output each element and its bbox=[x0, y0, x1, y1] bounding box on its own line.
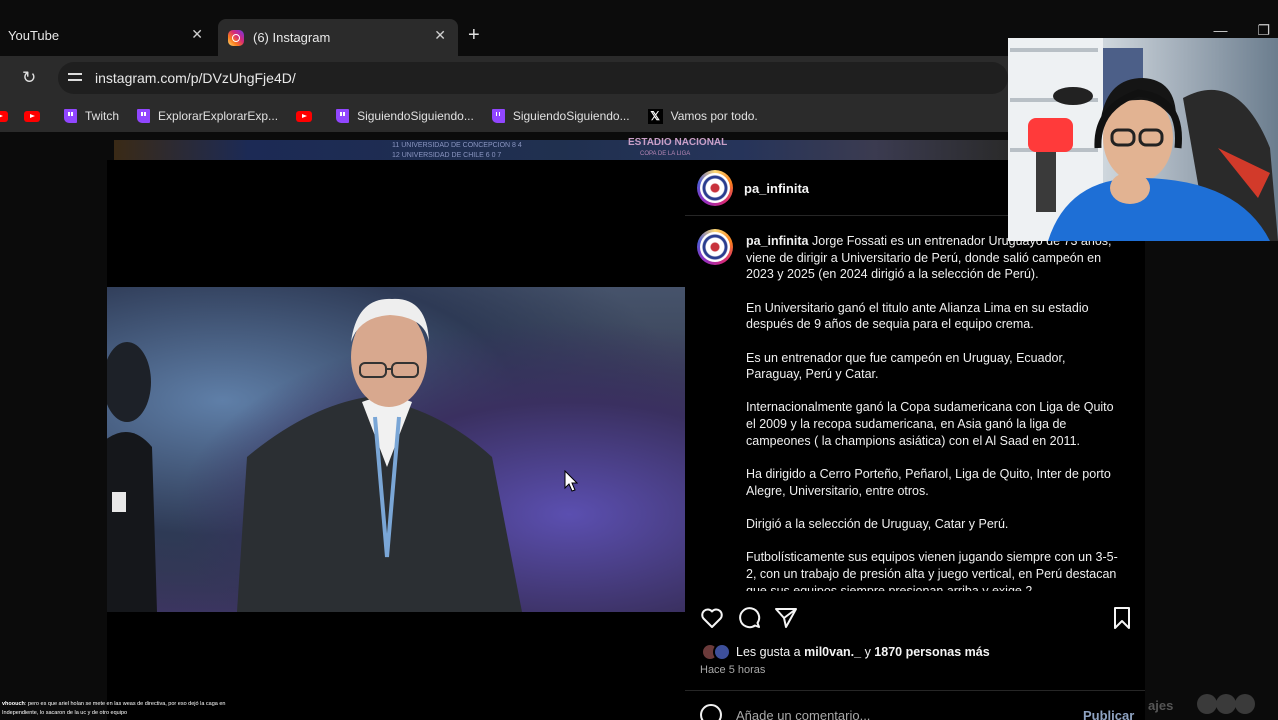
close-tab-icon[interactable]: ✕ bbox=[191, 26, 203, 43]
like-heart-icon[interactable] bbox=[700, 606, 724, 630]
site-info-icon[interactable] bbox=[68, 70, 82, 84]
mouse-cursor-icon bbox=[564, 470, 578, 492]
likes-middle: y bbox=[861, 645, 875, 659]
address-bar[interactable]: instagram.com/p/DVzUhgFje4D/ bbox=[58, 62, 1008, 94]
emoji-icon[interactable] bbox=[700, 704, 722, 720]
likes-user[interactable]: mil0van._ bbox=[804, 645, 861, 659]
save-bookmark-icon[interactable] bbox=[1110, 606, 1134, 630]
bookmark-label: Vamos por todo. bbox=[670, 109, 758, 123]
bookmark-label: SiguiendoSiguiendo... bbox=[357, 109, 474, 123]
window-controls: ― ❐ bbox=[1213, 22, 1270, 39]
post-username[interactable]: pa_infinita bbox=[744, 181, 809, 196]
youtube-icon bbox=[296, 110, 313, 122]
caption-username[interactable]: pa_infinita bbox=[746, 234, 809, 248]
youtube-icon bbox=[24, 110, 40, 122]
x-icon: 𝕏 bbox=[647, 108, 663, 124]
new-tab-button[interactable]: + bbox=[468, 24, 480, 47]
scoreboard-row: 11 UNIVERSIDAD DE CONCEPCION 8 4 bbox=[392, 142, 522, 149]
screen: YouTube ✕ (6) Instagram ✕ + ― ❐ ↻ instag… bbox=[0, 0, 1278, 720]
bookmark-label: ExplorarExplorarExp... bbox=[158, 109, 279, 123]
bookmark-twitch-following-2[interactable]: SiguiendoSiguiendo... bbox=[491, 109, 630, 123]
bookmark-twitch-explore[interactable]: ExplorarExplorarExp... bbox=[137, 109, 278, 123]
reload-icon[interactable]: ↻ bbox=[22, 68, 36, 88]
message-avatar[interactable] bbox=[1216, 694, 1236, 714]
chat-username: vhoouch bbox=[2, 701, 25, 707]
background-scoreboard: 11 UNIVERSIDAD DE CONCEPCION 8 4 12 UNIV… bbox=[392, 141, 522, 161]
likes-summary[interactable]: Les gusta a mil0van._ y 1870 personas má… bbox=[736, 645, 990, 659]
comment-icon[interactable] bbox=[737, 606, 761, 630]
bookmark-twitch[interactable]: Twitch bbox=[64, 109, 119, 123]
stadium-label: ESTADIO NACIONAL bbox=[628, 137, 728, 148]
likes-count[interactable]: 1870 personas más bbox=[874, 645, 989, 659]
bookmark-youtube-3[interactable] bbox=[296, 110, 318, 122]
tab-instagram[interactable]: (6) Instagram ✕ bbox=[218, 19, 458, 56]
url-text: instagram.com/p/DVzUhgFje4D/ bbox=[95, 70, 296, 86]
bookmark-x[interactable]: 𝕏 Vamos por todo. bbox=[647, 108, 758, 124]
caption-paragraph: Futbolísticamente sus equipos vienen jug… bbox=[746, 550, 1118, 591]
streamer-webcam bbox=[1008, 38, 1278, 241]
instagram-icon bbox=[228, 29, 244, 46]
messages-button[interactable]: ajes bbox=[1148, 698, 1173, 713]
caption-paragraph: Es un entrenador que fue campeón en Urug… bbox=[746, 350, 1066, 382]
caption-paragraph: Ha dirigido a Cerro Porteño, Peñarol, Li… bbox=[746, 467, 1111, 498]
message-avatar[interactable] bbox=[1235, 694, 1255, 714]
webcam-illustration bbox=[1008, 38, 1278, 241]
post-actions bbox=[685, 600, 1145, 636]
bookmark-twitch-following-1[interactable]: SiguiendoSiguiendo... bbox=[336, 109, 474, 123]
post-photo[interactable] bbox=[107, 287, 685, 612]
post-timestamp[interactable]: Hace 5 horas bbox=[700, 664, 765, 676]
chat-text: : pero es que ariel holan se mete en las… bbox=[2, 701, 226, 716]
caption-paragraph: Dirigió a la selección de Uruguay, Catar… bbox=[746, 516, 1009, 531]
tab-youtube[interactable]: YouTube ✕ bbox=[0, 18, 215, 52]
publish-button[interactable]: Publicar bbox=[1083, 708, 1134, 720]
cup-label: COPA DE LA LIGA bbox=[640, 151, 691, 157]
stream-chat-message: vhoouch: pero es que ariel holan se mete… bbox=[2, 700, 262, 718]
bookmark-label: Twitch bbox=[85, 109, 120, 123]
tab-title: (6) Instagram bbox=[253, 30, 331, 45]
bookmark-label: SiguiendoSiguiendo... bbox=[512, 109, 630, 123]
twitch-icon bbox=[137, 109, 151, 123]
profile-avatar[interactable] bbox=[697, 170, 733, 206]
minimize-icon[interactable]: ― bbox=[1213, 22, 1227, 39]
youtube-icon bbox=[0, 110, 8, 122]
caption-avatar[interactable] bbox=[697, 229, 733, 265]
post-caption: pa_infinita Jorge Fossati es un entrenad… bbox=[746, 233, 1122, 591]
coach-photo-illustration bbox=[107, 298, 522, 612]
close-tab-icon[interactable]: ✕ bbox=[434, 27, 446, 44]
likes-prefix: Les gusta a bbox=[736, 645, 805, 659]
caption-paragraph: Internacionalmente ganó la Copa sudameri… bbox=[746, 400, 1114, 448]
twitch-icon bbox=[491, 109, 505, 123]
message-avatar[interactable] bbox=[1197, 694, 1217, 714]
caption-paragraph: En Universitario ganó el titulo ante Ali… bbox=[746, 300, 1089, 332]
restore-icon[interactable]: ❐ bbox=[1257, 22, 1270, 39]
comment-input[interactable]: Añade un comentario... bbox=[736, 708, 870, 720]
share-icon[interactable] bbox=[774, 606, 798, 630]
bookmark-youtube-2[interactable] bbox=[24, 110, 46, 122]
background-video-strip bbox=[114, 140, 1009, 162]
page-right-area bbox=[1145, 240, 1278, 720]
bookmark-youtube-1[interactable] bbox=[0, 110, 14, 122]
twitch-icon bbox=[64, 109, 77, 123]
liker-avatar bbox=[713, 643, 731, 661]
tab-title: YouTube bbox=[8, 27, 60, 43]
likers-avatars bbox=[701, 643, 733, 661]
twitch-icon bbox=[336, 109, 350, 123]
